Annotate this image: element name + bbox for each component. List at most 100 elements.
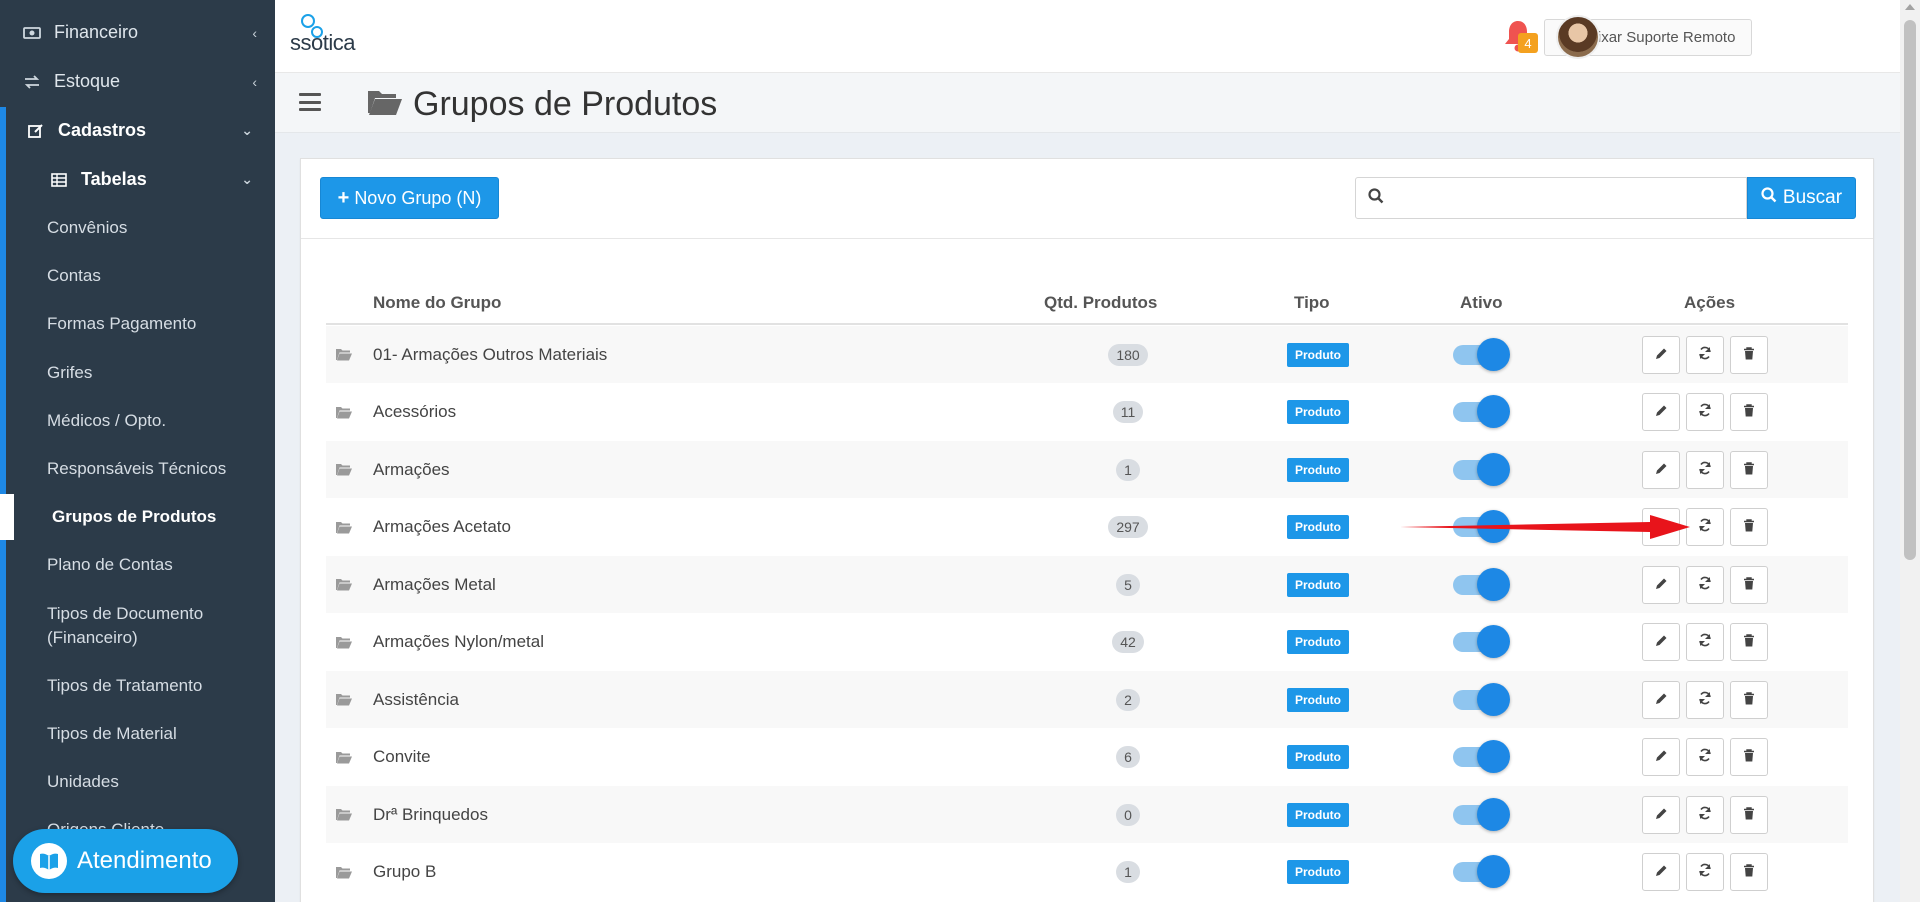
ssotica-logo[interactable]: ssotica — [290, 14, 355, 55]
delete-button[interactable] — [1730, 393, 1768, 431]
table-row: 01- Armações Outros Materiais 180 Produto — [326, 326, 1848, 383]
refresh-icon — [1698, 345, 1712, 365]
edit-button[interactable] — [1642, 623, 1680, 661]
product-count: 1 — [1083, 844, 1173, 901]
table-row: Assistência 2 Produto — [326, 671, 1848, 728]
edit-button[interactable] — [1642, 738, 1680, 776]
delete-button[interactable] — [1730, 565, 1768, 604]
toggle-track — [1452, 337, 1510, 371]
type-cell: Produto — [1278, 556, 1358, 613]
sidebar-item-tabelas[interactable]: Tabelas ⌄ — [47, 169, 275, 190]
sidebar-subitem-tipos-de-documento[interactable]: Tipos de Documento — [47, 604, 203, 624]
edit-button[interactable] — [1642, 393, 1680, 431]
new-group-button[interactable]: + Novo Grupo (N) — [320, 177, 499, 219]
refresh-button[interactable] — [1686, 565, 1724, 604]
product-count: 180 — [1083, 326, 1173, 383]
sidebar-item-cadastros[interactable]: Cadastros ⌄ — [24, 120, 275, 141]
delete-button[interactable] — [1730, 853, 1768, 891]
active-toggle[interactable] — [1446, 614, 1514, 671]
toggle-track — [1452, 855, 1510, 888]
active-toggle[interactable] — [1446, 786, 1514, 843]
edit-button[interactable] — [1642, 680, 1680, 719]
refresh-button[interactable] — [1686, 738, 1724, 776]
active-toggle[interactable] — [1446, 326, 1514, 383]
delete-button[interactable] — [1730, 623, 1768, 661]
active-toggle[interactable] — [1446, 556, 1514, 613]
logo-text: ssotica — [290, 30, 355, 55]
atendimento-button[interactable]: Atendimento — [13, 829, 238, 893]
sidebar-subitem-plano-de-contas[interactable]: Plano de Contas — [47, 555, 173, 575]
avatar[interactable] — [1556, 15, 1600, 59]
refresh-button[interactable] — [1686, 623, 1724, 661]
refresh-button[interactable] — [1686, 680, 1724, 719]
table-row: Armações Metal 5 Produto — [326, 556, 1848, 613]
scroll-up-icon[interactable] — [1905, 4, 1915, 10]
search-button[interactable]: Buscar — [1747, 177, 1856, 219]
active-toggle[interactable] — [1446, 844, 1514, 901]
sidebar-subitem-formas-pagamento[interactable]: Formas Pagamento — [47, 314, 196, 334]
toggle-track — [1452, 395, 1510, 428]
column-header-ativo[interactable]: Ativo — [1460, 293, 1503, 313]
delete-button[interactable] — [1730, 335, 1768, 374]
refresh-button[interactable] — [1686, 450, 1724, 489]
active-toggle[interactable] — [1446, 384, 1514, 441]
row-actions — [1642, 671, 1773, 728]
search-input[interactable] — [1384, 179, 1746, 217]
group-name: 01- Armações Outros Materiais — [373, 344, 608, 364]
sidebar-item-financeiro[interactable]: Financeiro ‹ — [20, 22, 275, 43]
type-badge: Produto — [1287, 342, 1349, 367]
sidebar-subitem-grupos-de-produtos[interactable]: Grupos de Produtos — [52, 507, 216, 527]
delete-button[interactable] — [1730, 450, 1768, 489]
folder-icon — [336, 729, 352, 786]
type-cell: Produto — [1278, 384, 1358, 441]
toggle-knob — [1476, 567, 1510, 601]
edit-button[interactable] — [1642, 795, 1680, 834]
toggle-knob — [1476, 395, 1510, 428]
toggle-knob — [1476, 452, 1510, 486]
refresh-button[interactable] — [1686, 335, 1724, 374]
search-icon — [1368, 187, 1384, 209]
sidebar-subitem-responsaveis[interactable]: Responsáveis Técnicos — [47, 459, 226, 479]
edit-button[interactable] — [1642, 335, 1680, 374]
edit-button[interactable] — [1642, 853, 1680, 891]
type-cell: Produto — [1278, 729, 1358, 786]
row-actions — [1642, 441, 1773, 498]
delete-button[interactable] — [1730, 508, 1768, 546]
active-toggle[interactable] — [1446, 729, 1514, 786]
folder-icon — [336, 441, 352, 498]
sidebar-subitem-tipos-de-material[interactable]: Tipos de Material — [47, 724, 177, 744]
sidebar-subitem-grifes[interactable]: Grifes — [47, 363, 92, 383]
scrollbar-thumb[interactable] — [1904, 20, 1916, 560]
refresh-button[interactable] — [1686, 795, 1724, 834]
sidebar-subitem-contas[interactable]: Contas — [47, 266, 101, 286]
row-actions — [1642, 614, 1773, 671]
column-header-tipo[interactable]: Tipo — [1294, 293, 1330, 313]
table-icon — [47, 172, 71, 187]
column-header-nome[interactable]: Nome do Grupo — [373, 293, 501, 313]
toggle-track — [1452, 567, 1510, 601]
column-header-qtd[interactable]: Qtd. Produtos — [1044, 293, 1157, 313]
delete-button[interactable] — [1730, 680, 1768, 719]
hamburger-menu-icon[interactable] — [299, 93, 321, 111]
edit-button[interactable] — [1642, 565, 1680, 604]
refresh-icon — [1698, 805, 1712, 825]
edit-button[interactable] — [1642, 450, 1680, 489]
refresh-icon — [1698, 632, 1712, 652]
count-badge: 1 — [1116, 861, 1140, 883]
pencil-icon — [1655, 575, 1668, 595]
folder-open-icon — [367, 87, 403, 122]
delete-button[interactable] — [1730, 738, 1768, 776]
sidebar-subitem-tipos-de-tratamento[interactable]: Tipos de Tratamento — [47, 676, 202, 696]
sidebar-subitem-convenios[interactable]: Convênios — [47, 218, 127, 238]
sidebar-subitem-medicos[interactable]: Médicos / Opto. — [47, 411, 166, 431]
active-toggle[interactable] — [1446, 441, 1514, 498]
active-toggle[interactable] — [1446, 671, 1514, 728]
sidebar-item-label: Financeiro — [54, 22, 139, 42]
sidebar-subitem-unidades[interactable]: Unidades — [47, 772, 119, 792]
refresh-button[interactable] — [1686, 853, 1724, 891]
sidebar-item-estoque[interactable]: Estoque ‹ — [20, 71, 275, 92]
count-badge: 5 — [1116, 573, 1140, 596]
refresh-button[interactable] — [1686, 393, 1724, 431]
sidebar-item-label: Cadastros — [58, 120, 147, 140]
delete-button[interactable] — [1730, 795, 1768, 834]
